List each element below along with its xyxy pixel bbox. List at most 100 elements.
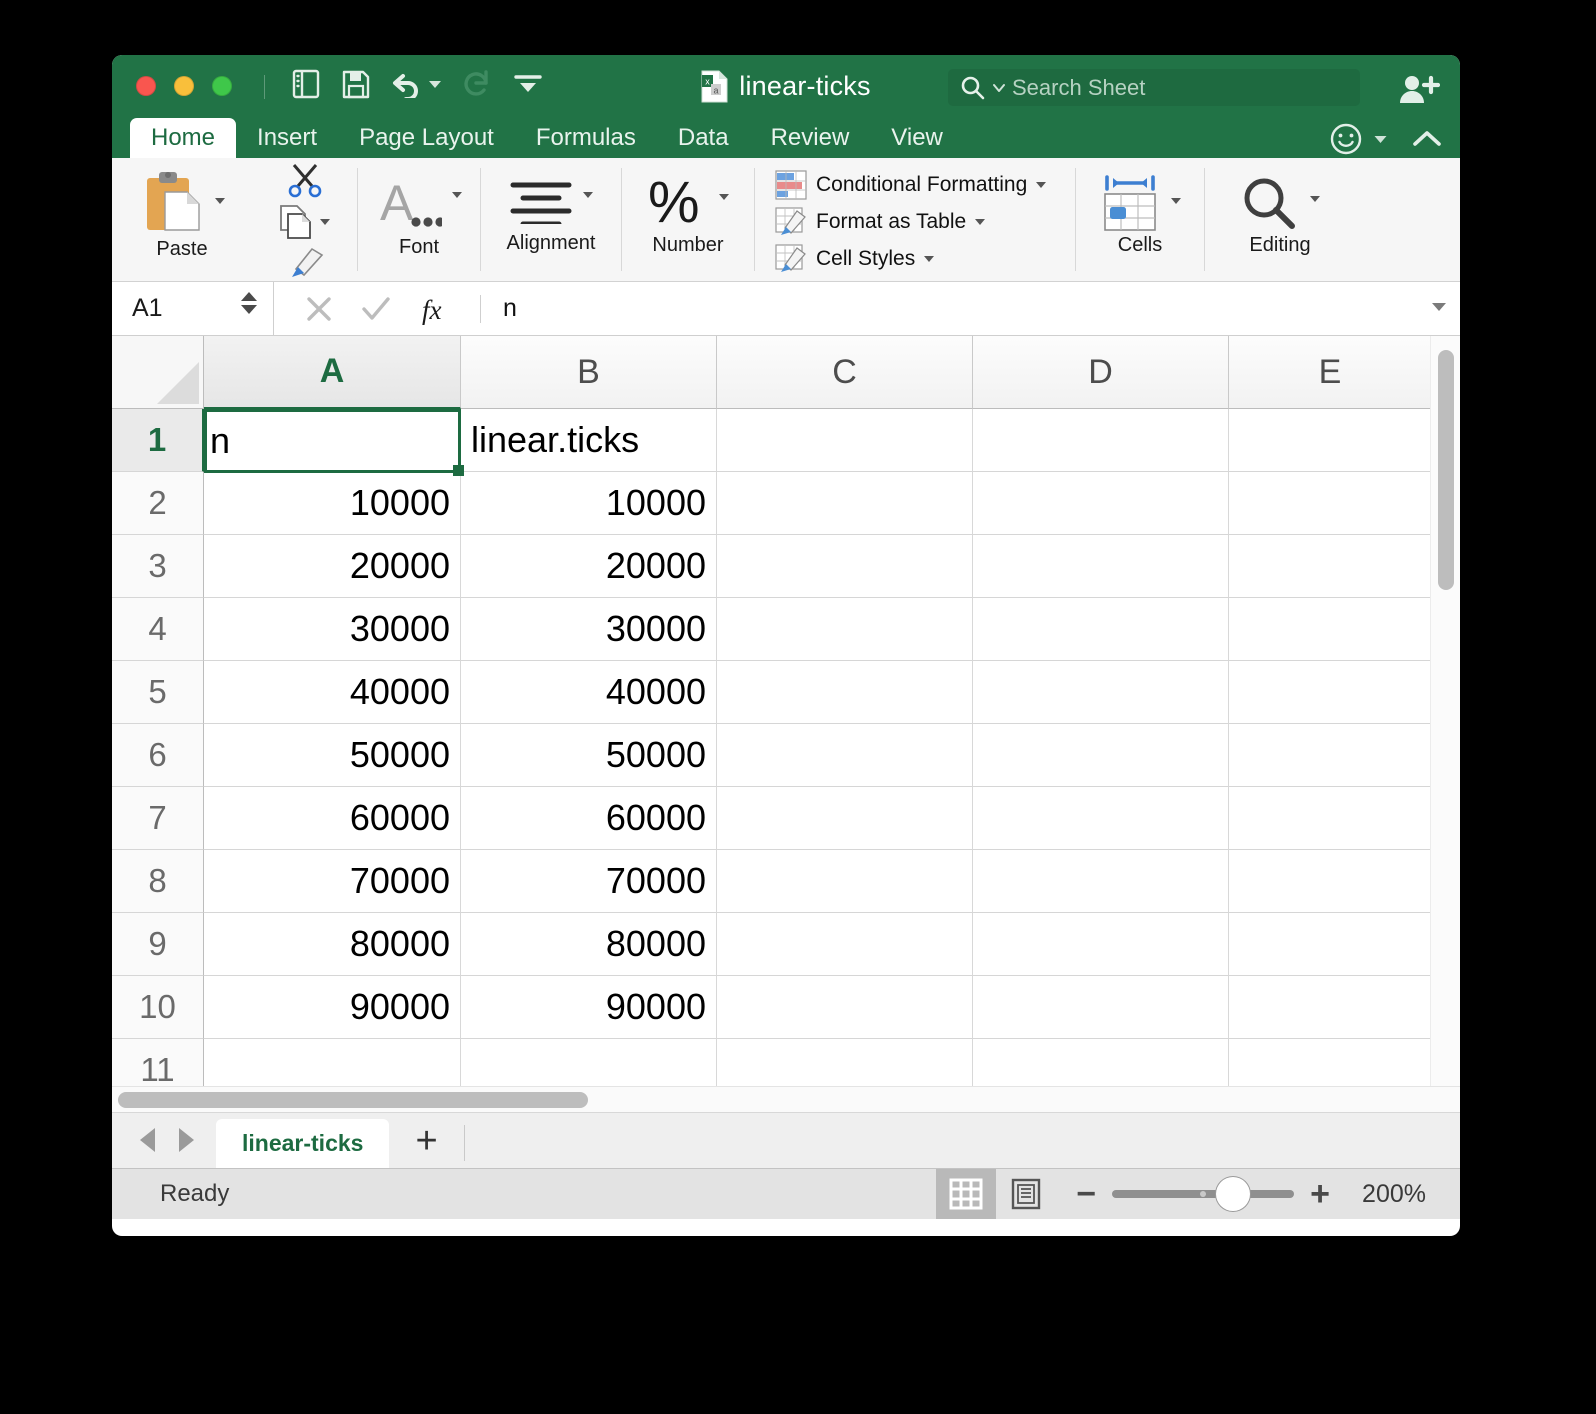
tab-insert[interactable]: Insert xyxy=(236,118,338,158)
name-box-value[interactable]: A1 xyxy=(132,294,163,323)
cell-c6[interactable] xyxy=(717,724,973,787)
cell-e6[interactable] xyxy=(1229,724,1432,787)
cell-a7[interactable]: 60000 xyxy=(204,787,461,850)
normal-view-button[interactable] xyxy=(936,1169,997,1219)
cell-d9[interactable] xyxy=(973,913,1229,976)
column-header-e[interactable]: E xyxy=(1229,336,1432,409)
cell-d2[interactable] xyxy=(973,472,1229,535)
tab-data[interactable]: Data xyxy=(657,118,750,158)
zoom-slider-knob[interactable] xyxy=(1216,1177,1251,1211)
cell-a3[interactable]: 20000 xyxy=(204,535,461,598)
alignment-dropdown-caret[interactable] xyxy=(583,192,593,198)
cell-c11[interactable] xyxy=(717,1039,973,1086)
format-as-table-button[interactable]: Format as Table xyxy=(775,203,986,240)
next-sheet-icon[interactable] xyxy=(179,1128,194,1152)
number-dropdown-caret[interactable] xyxy=(719,194,729,200)
cell-b3[interactable]: 20000 xyxy=(461,535,717,598)
feedback-dropdown-caret-icon[interactable] xyxy=(1373,133,1388,145)
cell-d10[interactable] xyxy=(973,976,1229,1039)
cell-d7[interactable] xyxy=(973,787,1229,850)
cell-b4[interactable]: 30000 xyxy=(461,598,717,661)
name-box-down-icon[interactable] xyxy=(241,305,257,314)
cell-d11[interactable] xyxy=(973,1039,1229,1086)
tab-review[interactable]: Review xyxy=(750,118,871,158)
cell-a8[interactable]: 70000 xyxy=(204,850,461,913)
cancel-x-icon[interactable] xyxy=(304,294,334,324)
select-all-corner[interactable] xyxy=(112,336,204,409)
window-controls[interactable] xyxy=(136,76,232,96)
vertical-scrollbar-thumb[interactable] xyxy=(1438,350,1454,590)
cell-b5[interactable]: 40000 xyxy=(461,661,717,724)
horizontal-scrollbar-thumb[interactable] xyxy=(118,1092,588,1108)
row-header-2[interactable]: 2 xyxy=(112,472,204,535)
cell-a5[interactable]: 40000 xyxy=(204,661,461,724)
cell-b9[interactable]: 80000 xyxy=(461,913,717,976)
cell-b6[interactable]: 50000 xyxy=(461,724,717,787)
cell-a6[interactable]: 50000 xyxy=(204,724,461,787)
redo-button[interactable] xyxy=(463,69,491,99)
zoom-in-button[interactable]: + xyxy=(1310,1177,1330,1211)
undo-dropdown-caret[interactable] xyxy=(429,80,441,88)
cell-c1[interactable] xyxy=(717,409,973,472)
cell-a1[interactable] xyxy=(204,409,461,472)
share-button[interactable] xyxy=(1398,73,1441,112)
cell-c4[interactable] xyxy=(717,598,973,661)
smiley-feedback-icon[interactable] xyxy=(1329,122,1363,156)
search-sheet-box[interactable]: Search Sheet xyxy=(948,69,1360,106)
column-header-d[interactable]: D xyxy=(973,336,1229,409)
fx-icon[interactable]: fx xyxy=(420,292,454,326)
cell-c3[interactable] xyxy=(717,535,973,598)
column-header-a[interactable]: A xyxy=(204,336,461,409)
cell-e9[interactable] xyxy=(1229,913,1432,976)
cell-e2[interactable] xyxy=(1229,472,1432,535)
cell-e3[interactable] xyxy=(1229,535,1432,598)
cell-c10[interactable] xyxy=(717,976,973,1039)
cell-c7[interactable] xyxy=(717,787,973,850)
cell-styles-caret[interactable] xyxy=(924,255,935,262)
cell-a10[interactable]: 90000 xyxy=(204,976,461,1039)
column-header-b[interactable]: B xyxy=(461,336,717,409)
cut-scissors-icon[interactable] xyxy=(285,162,325,198)
search-scope-caret-icon[interactable] xyxy=(993,83,1005,93)
cell-d6[interactable] xyxy=(973,724,1229,787)
cell-b7[interactable]: 60000 xyxy=(461,787,717,850)
zoom-slider[interactable] xyxy=(1112,1177,1295,1211)
search-input-placeholder[interactable]: Search Sheet xyxy=(1012,75,1145,101)
sidebar-toggle-button[interactable] xyxy=(292,69,320,99)
cell-e7[interactable] xyxy=(1229,787,1432,850)
maximize-window-button[interactable] xyxy=(212,76,232,96)
add-sheet-button[interactable]: + xyxy=(389,1119,463,1168)
format-as-table-caret[interactable] xyxy=(975,218,986,225)
row-header-8[interactable]: 8 xyxy=(112,850,204,913)
name-box-up-icon[interactable] xyxy=(241,292,257,301)
cell-a9[interactable]: 80000 xyxy=(204,913,461,976)
cell-c5[interactable] xyxy=(717,661,973,724)
cell-d8[interactable] xyxy=(973,850,1229,913)
row-header-6[interactable]: 6 xyxy=(112,724,204,787)
column-header-c[interactable]: C xyxy=(717,336,973,409)
cell-b2[interactable]: 10000 xyxy=(461,472,717,535)
undo-button[interactable] xyxy=(392,70,441,98)
horizontal-scrollbar[interactable] xyxy=(112,1086,1460,1112)
minimize-window-button[interactable] xyxy=(174,76,194,96)
customize-toolbar-button[interactable] xyxy=(513,72,543,96)
cell-a11[interactable] xyxy=(204,1039,461,1086)
formula-bar-expand-caret[interactable] xyxy=(1432,303,1446,311)
cell-e4[interactable] xyxy=(1229,598,1432,661)
save-button[interactable] xyxy=(342,70,370,99)
cell-e5[interactable] xyxy=(1229,661,1432,724)
copy-icon[interactable] xyxy=(279,204,313,240)
cell-e1[interactable] xyxy=(1229,409,1432,472)
row-header-5[interactable]: 5 xyxy=(112,661,204,724)
vertical-scrollbar[interactable] xyxy=(1430,336,1460,1086)
font-dropdown-caret[interactable] xyxy=(452,192,462,198)
number-format-icon[interactable]: % xyxy=(647,174,709,232)
row-header-10[interactable]: 10 xyxy=(112,976,204,1039)
page-layout-view-button[interactable] xyxy=(996,1169,1056,1219)
cell-b1[interactable]: linear.ticks xyxy=(461,409,717,472)
cell-e10[interactable] xyxy=(1229,976,1432,1039)
conditional-formatting-button[interactable]: Conditional Formatting xyxy=(775,166,1047,203)
editing-dropdown-caret[interactable] xyxy=(1310,196,1320,202)
editing-find-icon[interactable] xyxy=(1240,176,1300,232)
cell-a4[interactable]: 30000 xyxy=(204,598,461,661)
